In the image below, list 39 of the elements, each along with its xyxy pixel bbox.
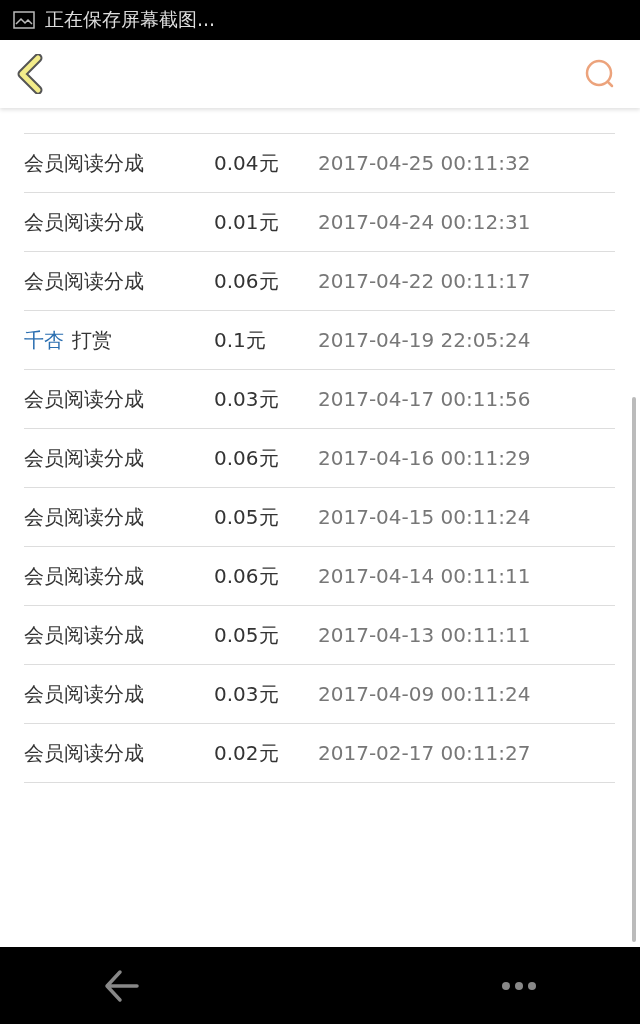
back-icon[interactable] bbox=[16, 54, 44, 94]
notification-text: 正在保存屏幕截图... bbox=[45, 7, 216, 32]
amount: 0.01元 bbox=[214, 208, 280, 236]
record-type: 会员阅读分成 bbox=[24, 267, 144, 295]
record-type: 会员阅读分成 bbox=[24, 621, 144, 649]
user-link[interactable]: 千杏 bbox=[24, 326, 64, 354]
amount: 0.06元 bbox=[214, 562, 280, 590]
timestamp: 2017-04-24 00:12:31 bbox=[318, 210, 531, 234]
timestamp: 2017-04-22 00:11:17 bbox=[318, 269, 531, 293]
record-type: 会员阅读分成 bbox=[24, 680, 144, 708]
timestamp: 2017-04-19 22:05:24 bbox=[318, 328, 531, 352]
timestamp: 2017-04-25 00:11:32 bbox=[318, 151, 531, 175]
timestamp: 2017-04-17 00:11:56 bbox=[318, 387, 531, 411]
timestamp: 2017-04-16 00:11:29 bbox=[318, 446, 531, 470]
record-type: 会员阅读分成 bbox=[24, 385, 144, 413]
record-type: 会员阅读分成 bbox=[24, 739, 144, 767]
timestamp: 2017-02-17 00:11:27 bbox=[318, 741, 531, 765]
amount: 0.03元 bbox=[214, 680, 280, 708]
back-arrow-icon[interactable] bbox=[104, 968, 140, 1003]
amount: 0.05元 bbox=[214, 503, 280, 531]
record-type: 会员阅读分成 bbox=[24, 503, 144, 531]
record-type: 会员阅读分成 bbox=[24, 149, 144, 177]
timestamp: 2017-04-09 00:11:24 bbox=[318, 682, 531, 706]
record-type: 会员阅读分成 bbox=[24, 208, 144, 236]
record-type: 会员阅读分成 bbox=[24, 562, 144, 590]
amount: 0.02元 bbox=[214, 739, 280, 767]
amount: 0.05元 bbox=[214, 621, 280, 649]
amount: 0.04元 bbox=[214, 149, 280, 177]
image-icon bbox=[13, 11, 35, 29]
record-type: 打赏 bbox=[72, 326, 112, 354]
timestamp: 2017-04-13 00:11:11 bbox=[318, 623, 531, 647]
amount: 0.03元 bbox=[214, 385, 280, 413]
more-icon[interactable] bbox=[501, 980, 537, 991]
record-type: 会员阅读分成 bbox=[24, 444, 144, 472]
amount: 0.06元 bbox=[214, 444, 280, 472]
timestamp: 2017-04-15 00:11:24 bbox=[318, 505, 531, 529]
amount: 0.06元 bbox=[214, 267, 280, 295]
timestamp: 2017-04-14 00:11:11 bbox=[318, 564, 531, 588]
amount: 0.1元 bbox=[214, 326, 267, 354]
